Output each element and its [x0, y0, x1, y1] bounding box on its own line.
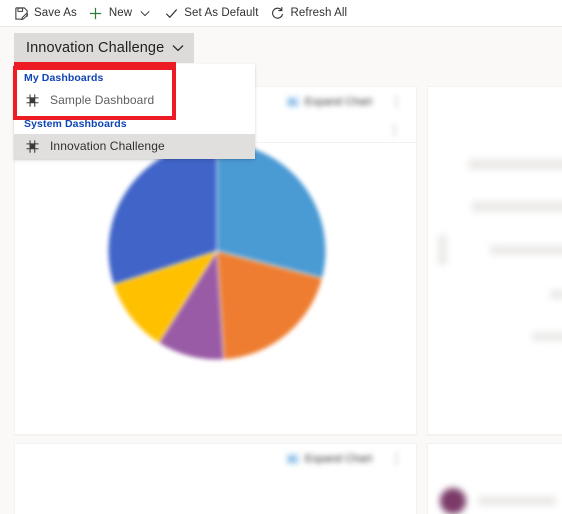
pie-chart-svg [107, 141, 327, 361]
bottom-right-card-row[interactable] [428, 474, 562, 514]
flyout-item-innovation-challenge[interactable]: Innovation Challenge [14, 134, 255, 159]
right-card-header [428, 87, 562, 117]
command-bar: Save As New Set As Default Refresh All [0, 0, 562, 27]
set-as-default-label: Set As Default [184, 7, 259, 19]
row-text-stub [468, 158, 562, 170]
pie-slice-label [99, 253, 107, 263]
flyout-item-label: Innovation Challenge [50, 139, 165, 153]
row-text-stub [478, 496, 556, 506]
expand-chart-button[interactable]: Expand Chart [285, 94, 372, 110]
plus-icon [88, 5, 104, 21]
refresh-all-label: Refresh All [290, 7, 348, 19]
bottom-left-card-subtitle [29, 481, 50, 493]
right-card [427, 86, 562, 435]
bottom-left-card-subheader [15, 474, 416, 500]
expand-chart-icon [285, 94, 301, 110]
flyout-section-system-dashboards: System Dashboards [24, 118, 127, 130]
dashboard-selector-row: Innovation Challenge [0, 33, 562, 65]
right-card-row[interactable] [428, 273, 562, 315]
pie-slice-label [143, 323, 151, 333]
dashboard-icon [24, 139, 40, 155]
bottom-left-card-title [29, 452, 56, 466]
row-avatar-stub [438, 235, 447, 265]
bottom-right-card-title [442, 452, 490, 466]
dashboard-page: Save As New Set As Default Refresh All I… [0, 0, 562, 514]
right-card-subheader [428, 117, 562, 143]
refresh-icon [270, 5, 286, 21]
new-button[interactable]: New [84, 0, 159, 26]
right-card-row[interactable] [428, 143, 562, 185]
flyout-item-label: Sample Dashboard [50, 93, 155, 107]
bottom-right-card [427, 443, 562, 514]
row-text-stub [490, 245, 562, 255]
right-card-title [442, 95, 490, 109]
right-card-row[interactable] [428, 227, 562, 273]
row-text-stub [472, 200, 562, 212]
expand-chart-label: Expand Chart [304, 453, 372, 465]
save-as-button[interactable]: Save As [9, 0, 84, 26]
expand-chart-label: Expand Chart [304, 96, 372, 108]
bottom-right-card-header [428, 444, 562, 474]
expand-chart-button[interactable]: Expand Chart [285, 451, 372, 467]
new-chevron-down-icon[interactable] [138, 5, 152, 21]
ellipsis-icon[interactable]: ⋮ [386, 91, 408, 113]
dashboard-icon [24, 93, 40, 109]
right-card-row[interactable] [428, 315, 562, 357]
new-label: New [108, 7, 133, 19]
dashboard-selector-button[interactable]: Innovation Challenge [14, 33, 195, 63]
pie-slice-label [269, 339, 277, 349]
flyout-section-my-dashboards: My Dashboards [24, 72, 104, 84]
dashboard-flyout-menu: My Dashboards Sample Dashboard System Da… [14, 64, 255, 159]
bottom-left-card: Expand Chart ⋮ [14, 443, 417, 514]
right-card-subtitle [442, 124, 503, 136]
set-as-default-button[interactable]: Set As Default [159, 0, 265, 26]
refresh-all-button[interactable]: Refresh All [266, 0, 355, 26]
flyout-item-sample-dashboard[interactable]: Sample Dashboard [14, 88, 255, 113]
avatar[interactable] [440, 488, 466, 514]
save-as-icon [13, 5, 29, 21]
bottom-left-card-header: Expand Chart ⋮ [15, 444, 416, 474]
ellipsis-icon[interactable]: ⋮ [386, 448, 408, 470]
right-card-row[interactable] [428, 185, 562, 227]
row-text-stub [550, 289, 562, 299]
pie-slice-label [327, 181, 335, 191]
chevron-down-icon[interactable] [172, 42, 184, 54]
save-as-label: Save As [34, 7, 77, 19]
checkmark-icon [163, 5, 179, 21]
row-text-stub [532, 331, 562, 341]
pie-chart-area [15, 117, 416, 434]
expand-chart-icon [285, 451, 301, 467]
pie-chart[interactable] [107, 141, 327, 361]
dashboard-selector-label: Innovation Challenge [26, 40, 165, 56]
